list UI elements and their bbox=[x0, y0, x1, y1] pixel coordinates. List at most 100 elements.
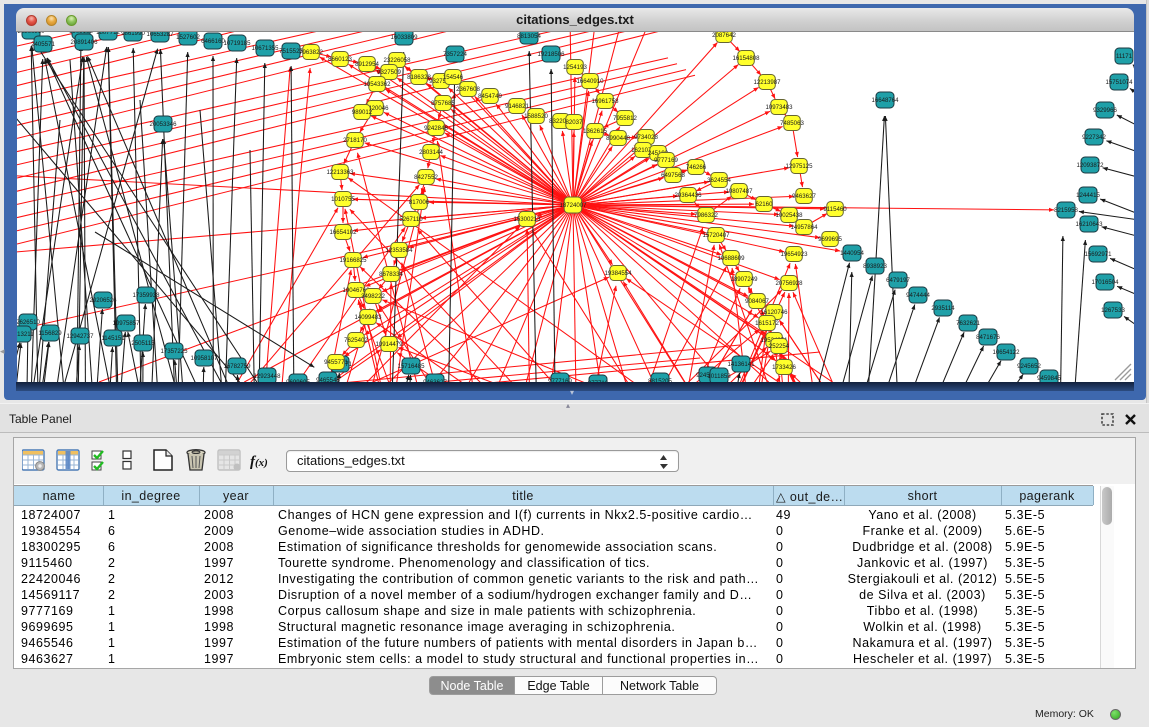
svg-text:7625402: 7625402 bbox=[344, 337, 368, 344]
svg-text:2803144: 2803144 bbox=[419, 149, 443, 156]
svg-text:9329966: 9329966 bbox=[1093, 107, 1117, 114]
svg-text:8757685: 8757685 bbox=[431, 100, 455, 107]
svg-text:7357224: 7357224 bbox=[443, 51, 467, 58]
svg-text:1145151: 1145151 bbox=[101, 335, 125, 342]
svg-text:9459845: 9459845 bbox=[1037, 375, 1061, 382]
svg-text:16654102: 16654102 bbox=[329, 229, 357, 236]
svg-text:10958107: 10958107 bbox=[190, 355, 218, 362]
svg-text:10719185: 10719185 bbox=[223, 40, 251, 47]
svg-text:19218506: 19218506 bbox=[537, 51, 565, 58]
svg-text:16782759: 16782759 bbox=[223, 363, 251, 370]
svg-text:10671355: 10671355 bbox=[251, 45, 279, 52]
svg-text:12923448: 12923448 bbox=[253, 373, 281, 380]
svg-text:154546: 154546 bbox=[443, 74, 464, 81]
svg-text:1807712: 1807712 bbox=[96, 32, 120, 36]
svg-text:1254193: 1254193 bbox=[563, 64, 587, 71]
svg-text:8813054: 8813054 bbox=[517, 33, 541, 40]
svg-text:10914479: 10914479 bbox=[375, 341, 403, 348]
svg-text:12975125: 12975125 bbox=[785, 163, 813, 170]
svg-text:15720407: 15720407 bbox=[702, 232, 730, 239]
svg-text:16154808: 16154808 bbox=[732, 55, 760, 62]
svg-text:9463627: 9463627 bbox=[792, 193, 816, 200]
svg-text:1615172: 1615172 bbox=[755, 320, 779, 327]
svg-text:9115460: 9115460 bbox=[823, 206, 847, 213]
svg-text:1440954: 1440954 bbox=[840, 250, 864, 257]
svg-text:7485063: 7485063 bbox=[780, 120, 804, 127]
svg-text:3913211: 3913211 bbox=[17, 331, 34, 338]
svg-text:8660123: 8660123 bbox=[328, 56, 352, 63]
svg-text:10653287: 10653287 bbox=[146, 32, 174, 38]
svg-text:6479197: 6479197 bbox=[886, 277, 910, 284]
svg-text:8186328: 8186328 bbox=[407, 74, 431, 81]
svg-text:8427552: 8427552 bbox=[414, 174, 438, 181]
svg-text:3624554: 3624554 bbox=[707, 177, 731, 184]
svg-text:14099483: 14099483 bbox=[354, 314, 382, 321]
svg-text:26266510: 26266510 bbox=[17, 32, 45, 35]
svg-text:9084067: 9084067 bbox=[745, 298, 769, 305]
svg-text:10543362: 10543362 bbox=[363, 81, 391, 88]
svg-text:14957864: 14957864 bbox=[790, 224, 818, 231]
svg-text:10025438: 10025438 bbox=[775, 212, 803, 219]
svg-text:1267533: 1267533 bbox=[1101, 307, 1125, 314]
svg-text:9699695: 9699695 bbox=[818, 236, 842, 243]
svg-text:9474444: 9474444 bbox=[906, 292, 930, 299]
svg-text:1011853: 1011853 bbox=[707, 373, 731, 380]
svg-text:7963822: 7963822 bbox=[299, 49, 323, 56]
svg-text:2718170: 2718170 bbox=[343, 137, 367, 144]
svg-text:12353584: 12353584 bbox=[385, 247, 413, 254]
svg-text:989012: 989012 bbox=[352, 109, 373, 116]
svg-text:9227342: 9227342 bbox=[1082, 134, 1106, 141]
svg-text:20053346: 20053346 bbox=[149, 121, 177, 128]
svg-text:1010755: 1010755 bbox=[331, 196, 355, 203]
svg-text:7955812: 7955812 bbox=[613, 115, 637, 122]
svg-text:8912954: 8912954 bbox=[355, 61, 379, 68]
svg-text:12093872: 12093872 bbox=[1076, 162, 1104, 169]
svg-text:20891406: 20891406 bbox=[70, 39, 98, 46]
svg-text:6497568: 6497568 bbox=[661, 172, 685, 179]
svg-text:9242848: 9242848 bbox=[424, 125, 448, 132]
svg-text:1362615: 1362615 bbox=[583, 128, 607, 135]
svg-text:15692971: 15692971 bbox=[1084, 251, 1112, 258]
svg-text:8678334: 8678334 bbox=[379, 271, 403, 278]
svg-text:7986322: 7986322 bbox=[694, 212, 718, 219]
svg-text:15300213: 15300213 bbox=[513, 216, 541, 223]
svg-text:8215958: 8215958 bbox=[1054, 207, 1078, 214]
svg-text:15716485: 15716485 bbox=[397, 363, 425, 370]
svg-text:16640910: 16640910 bbox=[576, 78, 604, 85]
svg-text:16120746: 16120746 bbox=[760, 309, 788, 316]
svg-text:23226058: 23226058 bbox=[383, 57, 411, 64]
svg-text:9777169: 9777169 bbox=[654, 157, 678, 164]
svg-text:18907249: 18907249 bbox=[730, 276, 758, 283]
svg-text:252254: 252254 bbox=[769, 343, 790, 350]
svg-text:9327509: 9327509 bbox=[377, 69, 401, 76]
svg-text:17357225: 17357225 bbox=[160, 348, 188, 355]
svg-text:16648764: 16648764 bbox=[871, 97, 899, 104]
svg-text:746266: 746266 bbox=[686, 164, 707, 171]
svg-text:16210643: 16210643 bbox=[1075, 221, 1103, 228]
svg-text:15751074: 15751074 bbox=[1105, 79, 1133, 86]
svg-text:10807487: 10807487 bbox=[725, 188, 753, 195]
svg-text:19384554: 19384554 bbox=[604, 270, 632, 277]
svg-text:14136141: 14136141 bbox=[727, 361, 755, 368]
svg-text:8990448: 8990448 bbox=[606, 135, 630, 142]
svg-text:7632621: 7632621 bbox=[956, 320, 980, 327]
svg-text:2626510: 2626510 bbox=[17, 319, 40, 326]
svg-text:2505115: 2505115 bbox=[131, 340, 155, 347]
svg-text:2935114: 2935114 bbox=[931, 305, 955, 312]
svg-text:1733426: 1733426 bbox=[772, 364, 796, 371]
svg-text:1156829: 1156829 bbox=[38, 330, 62, 337]
svg-text:817006: 817006 bbox=[409, 199, 430, 206]
svg-text:2405571: 2405571 bbox=[31, 41, 55, 48]
svg-text:10975857: 10975857 bbox=[112, 320, 140, 327]
svg-text:20206526: 20206526 bbox=[89, 297, 117, 304]
svg-text:9734028: 9734028 bbox=[634, 134, 658, 141]
svg-text:82037: 82037 bbox=[566, 119, 584, 126]
svg-text:9861990: 9861990 bbox=[121, 32, 145, 37]
svg-text:12942737: 12942737 bbox=[66, 333, 94, 340]
svg-text:19166825: 19166825 bbox=[339, 257, 367, 264]
svg-text:8454749: 8454749 bbox=[478, 93, 502, 100]
svg-text:9245652: 9245652 bbox=[1017, 363, 1041, 370]
svg-text:62160: 62160 bbox=[756, 201, 774, 208]
svg-text:3498222: 3498222 bbox=[361, 293, 385, 300]
svg-text:16033809: 16033809 bbox=[390, 34, 418, 41]
